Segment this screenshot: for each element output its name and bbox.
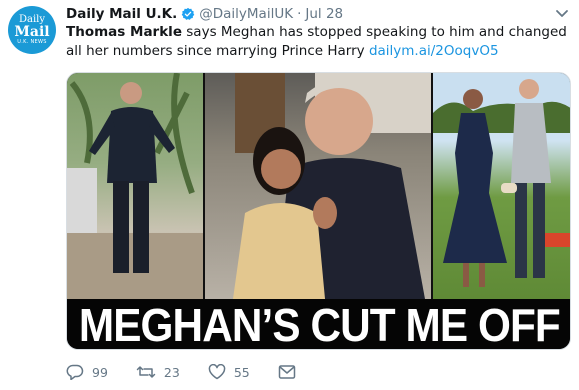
photo-thomas-meghan	[205, 73, 431, 299]
tweet-date[interactable]: Jul 28	[305, 6, 343, 22]
retweet-count: 23	[163, 364, 180, 380]
headline-text: MEGHAN’S CUT ME OFF	[79, 299, 561, 350]
photo-thomas-walking-art	[67, 73, 203, 299]
avatar-line2: Mail	[14, 24, 50, 40]
tweet-text-bold: Thomas Markle	[66, 24, 182, 40]
reply-icon	[66, 364, 84, 380]
photo-meghan-harry	[433, 73, 570, 299]
photo-thomas-walking	[67, 73, 203, 299]
reply-button[interactable]: 99	[66, 364, 108, 380]
like-count: 55	[233, 364, 250, 380]
retweet-icon	[136, 366, 156, 378]
retweet-button[interactable]: 23	[136, 364, 180, 380]
like-icon	[208, 364, 226, 380]
like-button[interactable]: 55	[208, 364, 250, 380]
avatar-line3: U.K. NEWS	[17, 39, 47, 45]
reply-count: 99	[92, 364, 108, 380]
avatar[interactable]: Daily Mail U.K. NEWS	[8, 6, 56, 54]
tweet-header: Daily Mail U.K. @DailyMailUK · Jul 28	[66, 5, 343, 23]
tweet-media[interactable]: MEGHAN’S CUT ME OFF	[66, 72, 571, 350]
direct-message-button[interactable]	[278, 364, 304, 380]
photo-meghan-harry-art	[433, 73, 570, 287]
tweet-actions: 99 23 55	[66, 364, 332, 380]
chevron-down-icon[interactable]	[555, 8, 569, 20]
display-name[interactable]: Daily Mail U.K.	[66, 6, 177, 22]
tweet-link[interactable]: dailym.ai/2OoqvO5	[369, 43, 499, 59]
direct-message-icon	[278, 365, 295, 379]
user-handle[interactable]: @DailyMailUK	[199, 6, 293, 22]
verified-badge-icon	[181, 7, 195, 20]
tweet-text: Thomas Markle says Meghan has stopped sp…	[66, 23, 571, 61]
tweet: Daily Mail U.K. NEWS Daily Mail U.K. @Da…	[0, 0, 579, 390]
headline-banner: MEGHAN’S CUT ME OFF	[67, 299, 570, 350]
separator-dot: ·	[297, 6, 302, 22]
photo-thomas-meghan-art	[233, 73, 431, 299]
